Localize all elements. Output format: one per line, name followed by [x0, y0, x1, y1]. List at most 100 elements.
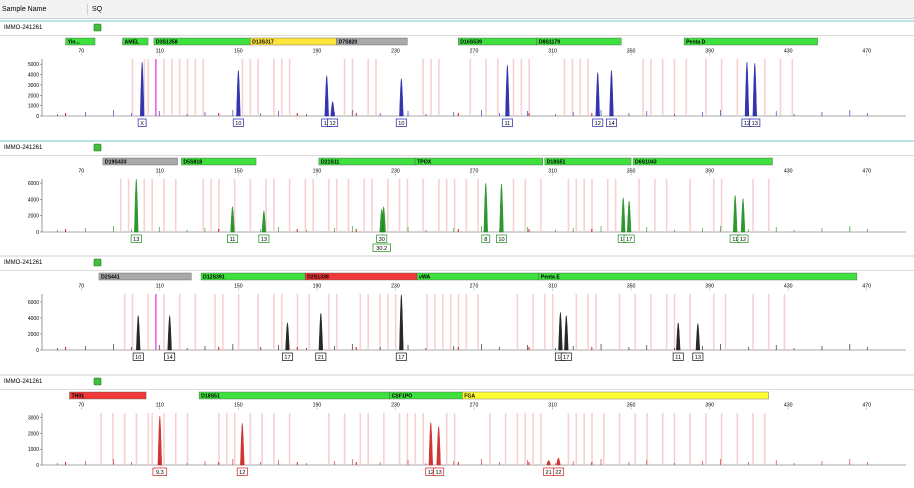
marker-fga[interactable]: FGA: [462, 391, 769, 400]
marker-d18s51[interactable]: D18S51: [544, 157, 632, 166]
allele-call-label[interactable]: 13: [258, 234, 270, 243]
allele-bin: [575, 179, 578, 232]
allele-bin: [147, 294, 150, 350]
allele-call-label[interactable]: 10: [232, 118, 244, 127]
marker-d13s317[interactable]: D13S317: [249, 37, 337, 46]
allele-call-label[interactable]: 9.3: [152, 467, 168, 476]
marker-d2s1338[interactable]: D2S1338: [304, 272, 418, 281]
allele-call-label[interactable]: 11: [501, 118, 513, 127]
allele-call-text: 30: [379, 237, 385, 243]
allele-call-label[interactable]: 11: [672, 352, 684, 361]
allele-bin: [147, 413, 150, 465]
allele-bin: [371, 179, 373, 232]
marker-label: D13S317: [252, 40, 274, 46]
allele-bin: [650, 59, 652, 116]
marker-d3s1358[interactable]: D3S1358: [153, 37, 251, 46]
marker-d19s433[interactable]: D19S433: [102, 157, 178, 166]
allele-bin: [151, 179, 153, 232]
allele-bin: [249, 413, 252, 465]
marker-th01[interactable]: TH01: [69, 391, 147, 400]
allele-bin: [504, 413, 507, 465]
allele-call-label[interactable]: X: [137, 118, 147, 127]
allele-bin: [202, 179, 205, 232]
allele-call-label[interactable]: 17: [623, 234, 635, 243]
allele-bin: [532, 413, 534, 465]
marker-penta-d[interactable]: Penta D: [683, 37, 818, 46]
allele-bin: [445, 413, 448, 465]
allele-bin: [174, 179, 177, 232]
marker-penta-e[interactable]: Penta E: [538, 272, 858, 281]
allele-call-label[interactable]: 12: [592, 118, 604, 127]
allele-bin: [736, 59, 739, 116]
sample-status-indicator[interactable]: [93, 143, 102, 152]
allele-call-label[interactable]: 30: [376, 234, 388, 243]
marker-tpox[interactable]: TPOX: [414, 157, 543, 166]
allele-bin: [752, 413, 754, 465]
allele-bin: [426, 294, 428, 350]
allele-call-text: 17: [284, 355, 290, 361]
sample-status-indicator[interactable]: [93, 258, 102, 267]
allele-bin: [724, 294, 727, 350]
marker-d16s539[interactable]: D16S539: [458, 37, 538, 46]
marker-amel[interactable]: AMEL: [122, 37, 149, 46]
allele-call-label[interactable]: 17: [560, 352, 572, 361]
allele-call-label[interactable]: 13: [433, 467, 445, 476]
allele-bin: [218, 179, 220, 232]
allele-bin: [194, 294, 197, 350]
allele-call-label[interactable]: 21: [315, 352, 327, 361]
marker-d18s51[interactable]: D18S51: [198, 391, 390, 400]
allele-call-label[interactable]: 11: [227, 234, 238, 243]
sample-status-indicator[interactable]: [93, 377, 102, 386]
allele-call-label[interactable]: 10: [132, 352, 144, 361]
allele-bin: [689, 294, 691, 350]
allele-bin: [618, 294, 621, 350]
allele-call-label[interactable]: 21: [543, 467, 555, 476]
allele-bin: [308, 294, 311, 350]
marker-d7s820[interactable]: D7S820: [336, 37, 408, 46]
allele-call-label[interactable]: 12: [327, 118, 339, 127]
marker-yin-[interactable]: Yin...: [65, 37, 96, 46]
allele-bin: [712, 294, 715, 350]
marker-bar: [414, 157, 543, 166]
marker-d6s1043[interactable]: D6S1043: [632, 157, 773, 166]
allele-bin: [575, 294, 578, 350]
allele-call-label[interactable]: 13: [749, 118, 761, 127]
allele-bin: [516, 413, 519, 465]
marker-d12s391[interactable]: D12S391: [200, 272, 306, 281]
marker-d5s818[interactable]: D5S818: [181, 157, 257, 166]
allele-bin: [673, 294, 676, 350]
allele-bin: [489, 413, 491, 465]
allele-bin: [261, 413, 263, 465]
marker-bar: [416, 272, 539, 281]
allele-call-label[interactable]: 13: [130, 234, 142, 243]
allele-bin: [328, 294, 330, 350]
allele-call-label[interactable]: 14: [606, 118, 617, 127]
sample-status-indicator[interactable]: [93, 23, 102, 32]
rfu-axis-tick-label: 3000: [28, 83, 39, 89]
allele-call-text: 10: [498, 237, 504, 243]
marker-d8s1179[interactable]: D8S1179: [536, 37, 622, 46]
allele-call-label[interactable]: 17: [395, 352, 407, 361]
allele-call-label[interactable]: 8: [481, 234, 491, 243]
allele-bin: [673, 59, 676, 116]
allele-call-label[interactable]: 10: [395, 118, 407, 127]
allele-call-text: 13: [133, 237, 139, 243]
allele-bin: [367, 294, 369, 350]
marker-d2s441[interactable]: D2S441: [98, 272, 192, 281]
allele-bin: [767, 294, 770, 350]
allele-call-label[interactable]: 22: [552, 467, 564, 476]
allele-call-label[interactable]: 17: [282, 352, 293, 361]
allele-call-label[interactable]: 12: [236, 467, 248, 476]
allele-call-label[interactable]: 12: [737, 234, 749, 243]
panel-label-divider: [0, 155, 914, 156]
allele-call-label[interactable]: 10: [496, 234, 507, 243]
allele-call-label[interactable]: 13: [692, 352, 704, 361]
rfu-axis-tick-label: 3000: [28, 416, 39, 422]
allele-call-label[interactable]: 30.2: [372, 243, 391, 252]
marker-csf1po[interactable]: CSF1PO: [389, 391, 463, 400]
allele-call-label[interactable]: 14: [164, 352, 176, 361]
marker-vwa[interactable]: vWA: [416, 272, 539, 281]
marker-d21s11[interactable]: D21S11: [318, 157, 416, 166]
allele-call-text: 12: [744, 121, 750, 127]
allele-call-text: X: [140, 121, 144, 127]
